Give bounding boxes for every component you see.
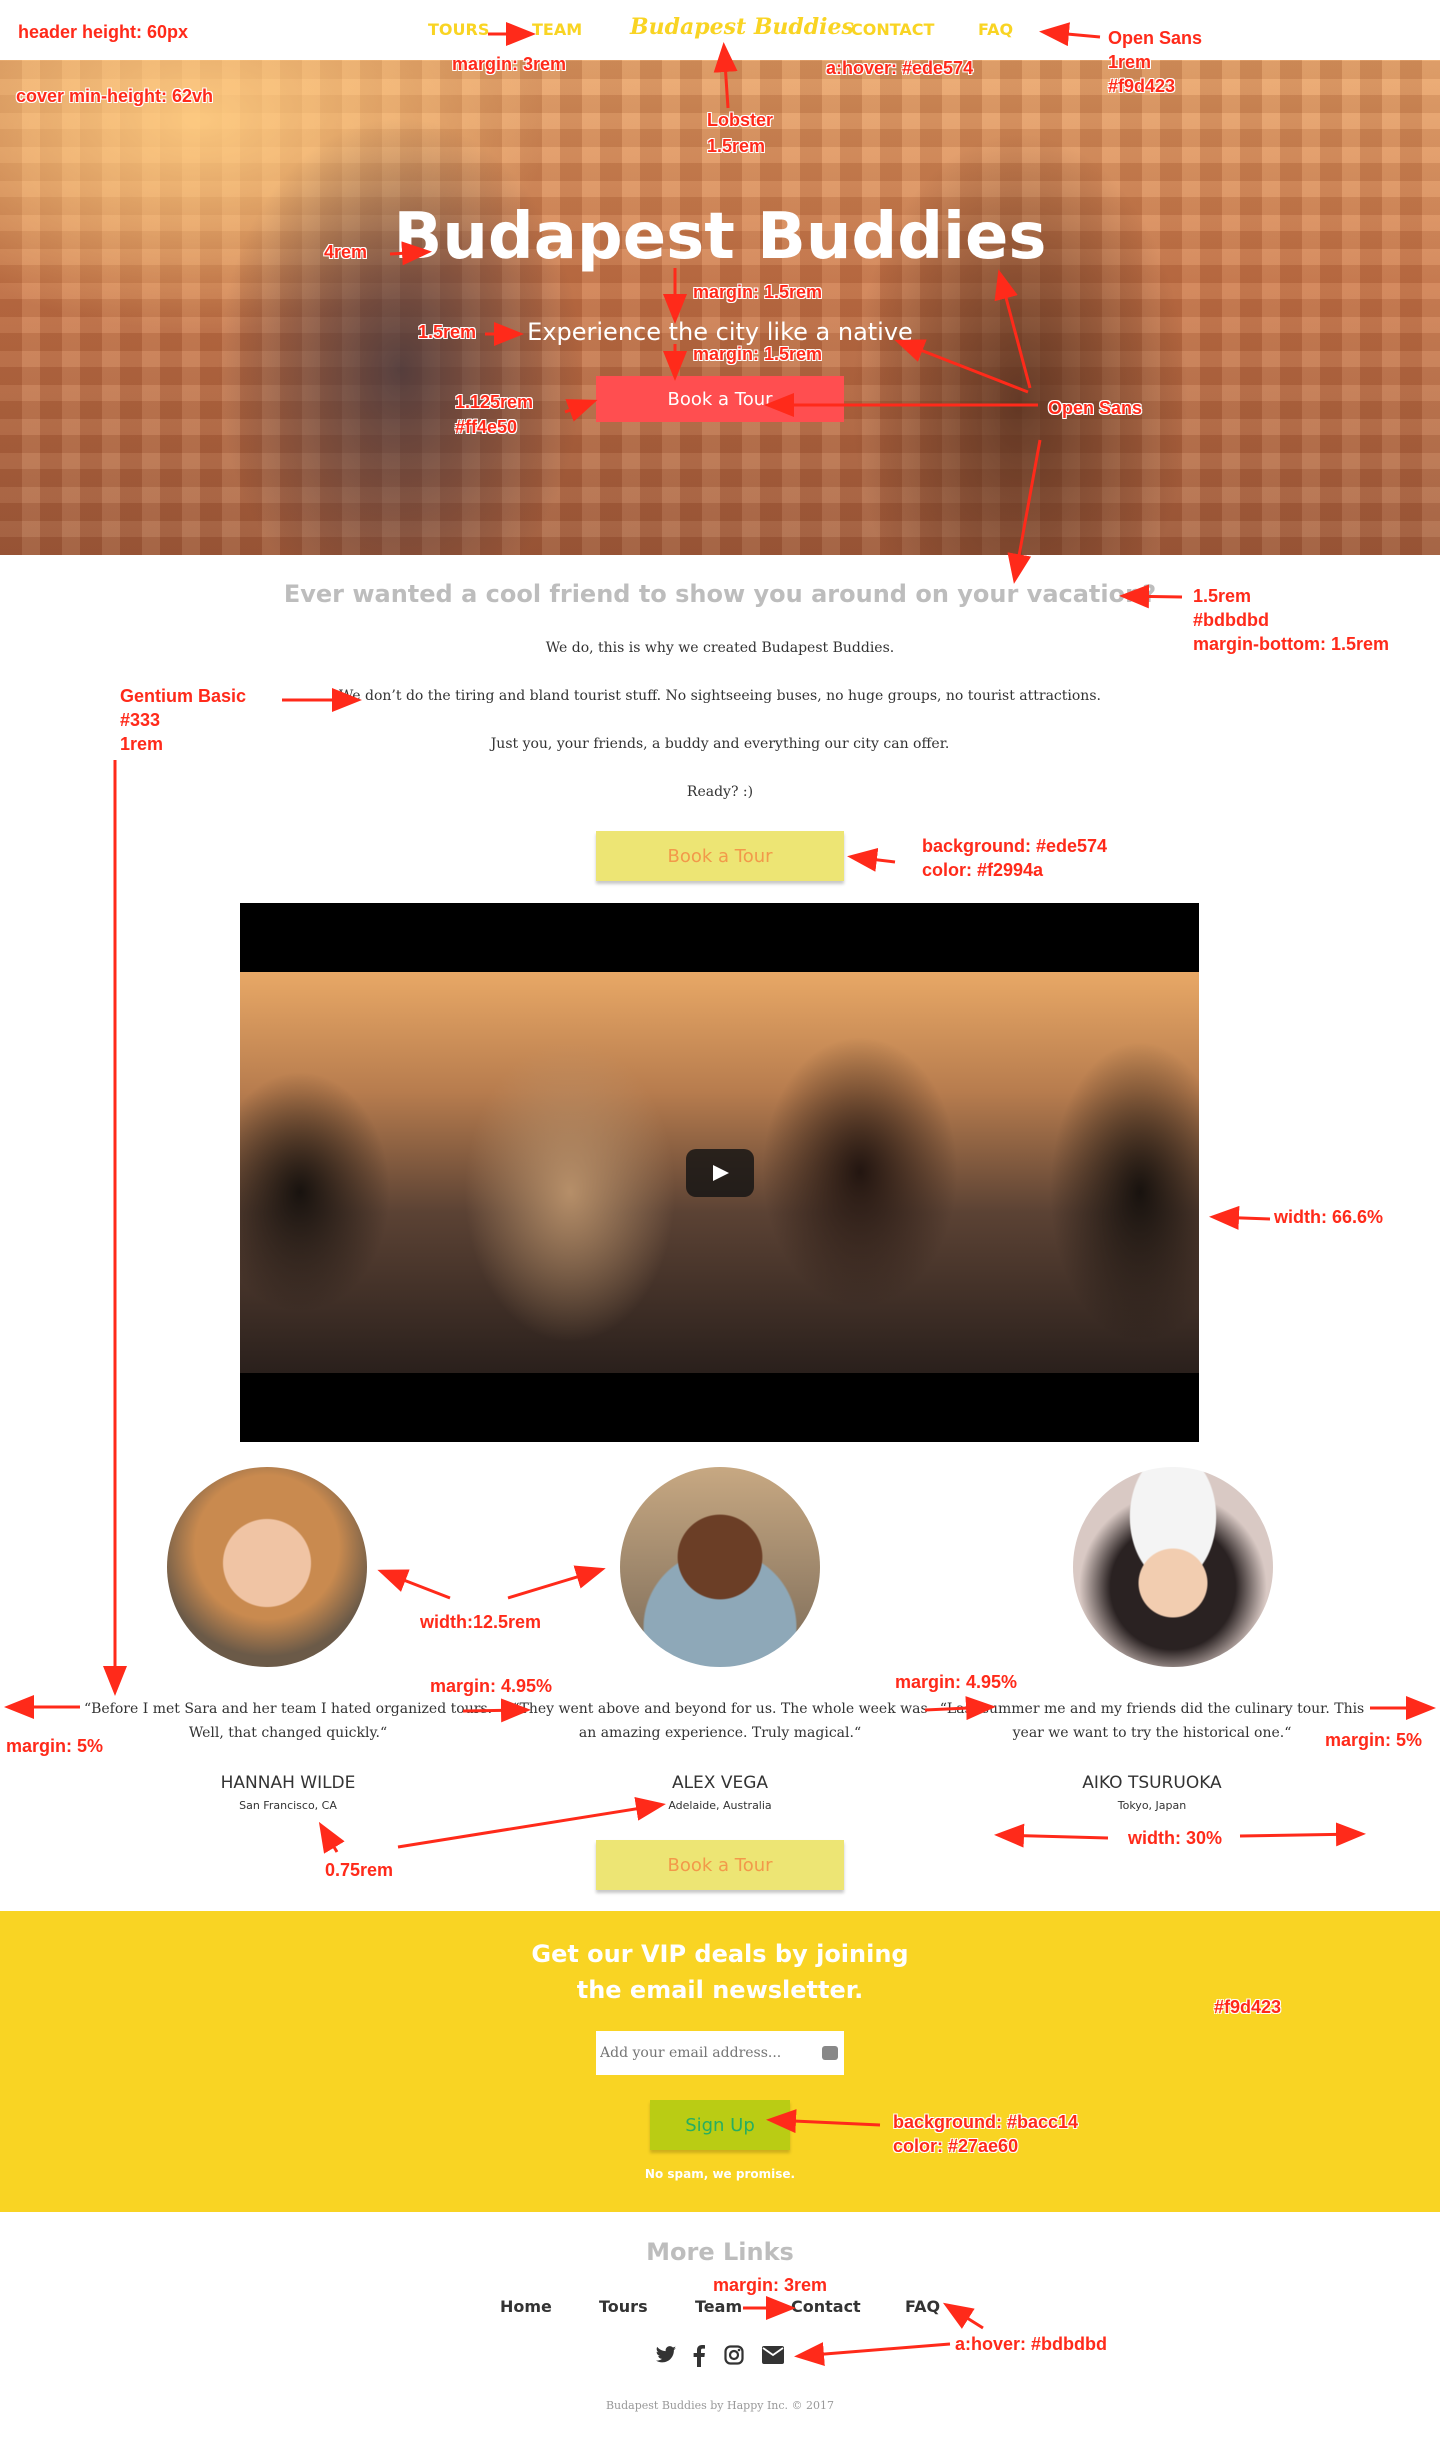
testimonial-location: Adelaide, Australia <box>668 1799 772 1812</box>
annotation-brand-font: Lobster <box>707 110 774 130</box>
copyright: Budapest Buddies by Happy Inc. © 2017 <box>605 2399 835 2412</box>
intro-book-tour-button[interactable]: Book a Tour <box>596 831 844 881</box>
annotation-margin-column-1: margin: 4.95% <box>430 1676 553 1696</box>
avatar <box>620 1467 820 1667</box>
annotation-intro-size: 1.5rem <box>1193 586 1252 606</box>
footer-link-faq[interactable]: FAQ <box>905 2297 940 2316</box>
testimonial-location: Tokyo, Japan <box>1117 1799 1187 1812</box>
instagram-icon[interactable] <box>724 2345 744 2370</box>
site-header: TOURS TEAM Budapest Buddies CONTACT FAQ <box>0 0 1440 60</box>
annotation-yellow-background: background: #ede574 <box>922 836 1108 856</box>
intro-paragraph-4: Ready? :) <box>686 784 754 800</box>
annotation-avatar-width: width:12.5rem <box>420 1612 542 1632</box>
facebook-icon[interactable] <box>693 2345 705 2372</box>
annotation-nav-font-size: 1rem <box>1108 52 1152 72</box>
avatar <box>1073 1467 1273 1667</box>
annotation-signup-background: background: #bacc14 <box>893 2112 1079 2132</box>
newsletter-heading-line-1: Get our VIP deals by joining <box>531 1940 909 1968</box>
newsletter-heading-line-2: the email newsletter. <box>576 1976 864 2004</box>
testimonial-quote: “They went above and beyond for us. The … <box>512 1701 928 1741</box>
annotation-hover-color: a:hover: #ede574 <box>826 58 974 78</box>
testimonials-book-tour-button[interactable]: Book a Tour <box>596 1840 844 1890</box>
nav-tours[interactable]: TOURS <box>428 20 489 39</box>
twitter-icon[interactable] <box>655 2345 677 2370</box>
cover-title: Budapest Buddies <box>393 200 1047 274</box>
annotation-brand-size: 1.5rem <box>707 136 766 156</box>
annotation-title-margin: margin: 1.5rem <box>693 282 823 302</box>
intro-paragraph-3: Just you, your friends, a buddy and ever… <box>490 736 950 752</box>
testimonial-name: HANNAH WILDE <box>220 1773 356 1793</box>
annotation-column-width: width: 30% <box>1128 1828 1223 1848</box>
newsletter-section: Get our VIP deals by joining the email n… <box>0 1911 1440 2212</box>
annotation-nav-font: Open Sans <box>1108 28 1203 48</box>
footer-link-tours[interactable]: Tours <box>599 2297 648 2316</box>
testimonial-name: ALEX VEGA <box>671 1773 769 1793</box>
sign-up-button[interactable]: Sign Up <box>650 2100 790 2150</box>
nav-faq[interactable]: FAQ <box>978 20 1013 39</box>
testimonial-quote: “Last summer me and my friends did the c… <box>939 1701 1365 1741</box>
footer-link-contact[interactable]: Contact <box>791 2297 861 2316</box>
footer-link-team[interactable]: Team <box>695 2297 742 2316</box>
annotation-margin-column-2: margin: 4.95% <box>895 1672 1018 1692</box>
footer-link-home[interactable]: Home <box>500 2297 552 2316</box>
annotation-margin-left: margin: 5% <box>6 1736 104 1756</box>
avatar <box>167 1467 367 1667</box>
annotation-location-size: 0.75rem <box>325 1860 394 1880</box>
annotation-intro-margin: margin-bottom: 1.5rem <box>1193 634 1390 654</box>
cover-book-tour-button[interactable]: Book a Tour <box>596 376 844 422</box>
annotation-body-font: Gentium Basic <box>120 686 247 706</box>
contact-card-icon <box>822 2046 838 2060</box>
play-icon[interactable] <box>686 1149 754 1197</box>
nav-contact[interactable]: CONTACT <box>851 20 934 39</box>
brand-logo[interactable]: Budapest Buddies <box>630 14 854 40</box>
annotation-newsletter-color: #f9d423 <box>1214 1997 1282 2017</box>
annotation-cover-font: Open Sans <box>1048 398 1143 418</box>
annotation-body-color: #333 <box>120 710 161 730</box>
more-links-heading: More Links <box>646 2238 794 2266</box>
annotation-footer-margin: margin: 3rem <box>713 2275 828 2295</box>
testimonial-quote: “Before I met Sara and her team I hated … <box>83 1701 493 1741</box>
no-spam-note: No spam, we promise. <box>644 2167 796 2181</box>
annotation-title-size: 4rem <box>324 242 368 262</box>
annotation-intro-color: #bdbdbd <box>1193 610 1269 630</box>
annotation-button-color: #ff4e50 <box>455 417 518 437</box>
annotation-cover-min-height: cover min-height: 62vh <box>16 86 214 106</box>
annotation-button-size: 1.125rem <box>455 392 534 412</box>
annotation-subtitle-size: 1.5rem <box>418 322 477 342</box>
annotation-yellow-color: color: #f2994a <box>922 860 1044 880</box>
annotation-header-height: header height: 60px <box>18 22 189 42</box>
video-player[interactable] <box>240 903 1199 1442</box>
testimonial-name: AIKO TSURUOKA <box>1082 1773 1222 1793</box>
annotation-subtitle-margin: margin: 1.5rem <box>693 344 823 364</box>
annotation-video-width: width: 66.6% <box>1274 1207 1384 1227</box>
envelope-icon[interactable] <box>762 2345 784 2369</box>
annotation-nav-color: #f9d423 <box>1108 76 1176 96</box>
annotation-nav-margin: margin: 3rem <box>452 54 567 74</box>
annotation-body-size: 1rem <box>120 734 164 754</box>
annotation-footer-hover: a:hover: #bdbdbd <box>955 2334 1107 2354</box>
annotation-signup-color: color: #27ae60 <box>893 2136 1019 2156</box>
annotation-margin-right: margin: 5% <box>1325 1730 1423 1750</box>
email-field[interactable] <box>596 2031 844 2075</box>
nav-team[interactable]: TEAM <box>532 20 582 39</box>
testimonial-location: San Francisco, CA <box>239 1799 337 1812</box>
